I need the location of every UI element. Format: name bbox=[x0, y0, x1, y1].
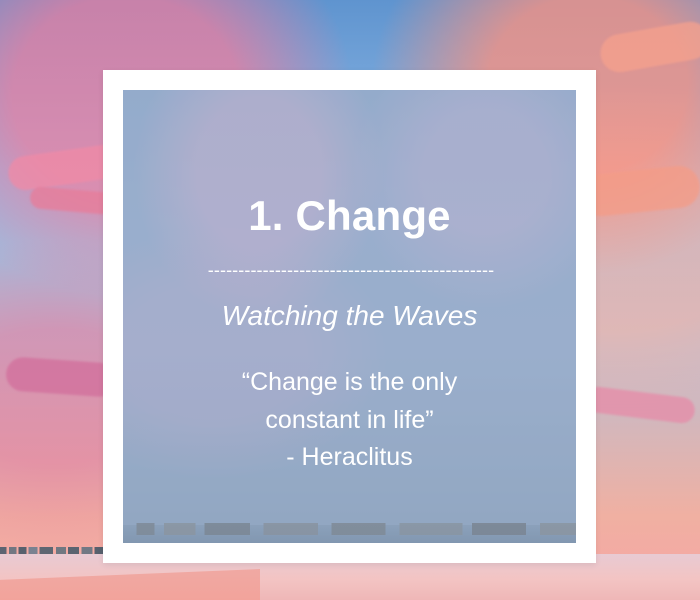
quote-author: - Heraclitus bbox=[286, 443, 413, 471]
quote-line-2: constant in life” bbox=[265, 405, 434, 434]
background-cloud bbox=[597, 18, 700, 76]
quote-card-content: 1. Change ------------------------------… bbox=[123, 90, 576, 543]
background-image: 1. Change ------------------------------… bbox=[0, 0, 700, 600]
background-cloud bbox=[583, 385, 697, 425]
title-divider: ----------------------------------------… bbox=[207, 261, 495, 279]
background-cloud bbox=[4, 356, 118, 398]
background-cloud bbox=[578, 163, 700, 219]
quote-card-background: 1. Change ------------------------------… bbox=[123, 90, 576, 543]
quote-card-frame: 1. Change ------------------------------… bbox=[103, 70, 596, 563]
quote-text: “Change is the only constant in life” bbox=[173, 364, 526, 439]
card-subtitle: Watching the Waves bbox=[221, 300, 478, 331]
card-title: 1. Change bbox=[248, 192, 451, 239]
quote-line-1: “Change is the only bbox=[241, 368, 458, 396]
